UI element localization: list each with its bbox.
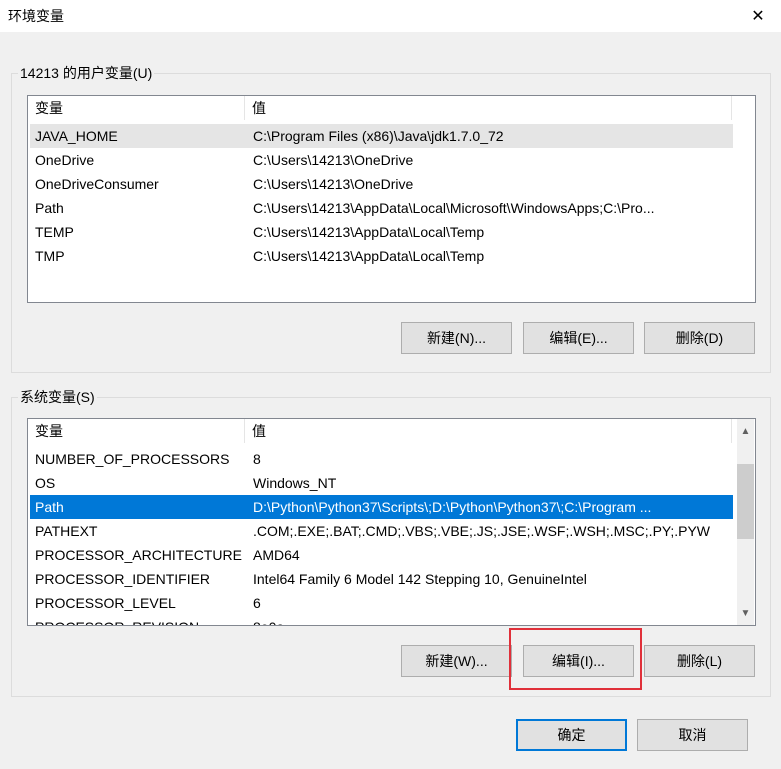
user-new-button[interactable]: 新建(N)... bbox=[401, 322, 512, 354]
variable-value-cell: C:\Users\14213\OneDrive bbox=[253, 176, 414, 192]
user-variables-label: 14213 的用户变量(U) bbox=[18, 63, 155, 83]
scroll-up-icon[interactable]: ▲ bbox=[737, 423, 754, 440]
scroll-thumb[interactable] bbox=[737, 464, 754, 539]
highlight-annotation bbox=[509, 628, 642, 690]
cancel-label: 取消 bbox=[678, 727, 707, 743]
system-variables-label: 系统变量(S) bbox=[18, 387, 97, 407]
table-row[interactable]: OS Windows_NT bbox=[30, 471, 733, 495]
table-row[interactable]: OneDriveConsumer C:\Users\14213\OneDrive bbox=[30, 172, 733, 196]
variable-value-cell: .COM;.EXE;.BAT;.CMD;.VBS;.VBE;.JS;.JSE;.… bbox=[253, 523, 711, 539]
user-new-label: 新建(N)... bbox=[426, 330, 487, 346]
variable-name-cell: TEMP bbox=[35, 224, 74, 240]
column-header-variable[interactable]: 变量 bbox=[28, 419, 245, 443]
variable-name-cell: OneDrive bbox=[35, 152, 95, 168]
ok-label: 确定 bbox=[557, 727, 586, 743]
column-header-value[interactable]: 值 bbox=[245, 96, 732, 120]
variable-value-cell: C:\Users\14213\AppData\Local\Microsoft\W… bbox=[253, 200, 655, 216]
variable-name-cell: OS bbox=[35, 475, 56, 491]
table-row[interactable]: PROCESSOR_ARCHITECTURE AMD64 bbox=[30, 543, 733, 567]
system-new-button[interactable]: 新建(W)... bbox=[401, 645, 512, 677]
variable-value-cell: C:\Users\14213\OneDrive bbox=[253, 152, 414, 168]
table-row[interactable]: PROCESSOR_IDENTIFIER Intel64 Family 6 Mod… bbox=[30, 567, 733, 591]
table-row[interactable]: PROCESSOR_LEVEL 6 bbox=[30, 591, 733, 615]
variable-name-cell: PROCESSOR_ARCHITECTURE bbox=[35, 547, 242, 563]
table-row[interactable]: JAVA_HOME C:\Program Files (x86)\Java\jdk… bbox=[30, 124, 733, 148]
system-list-scrollbar[interactable]: ▲ ▼ bbox=[737, 419, 754, 625]
system-variables-list[interactable]: 变量 值 NUMBER_OF_PROCESSORS 8 OS Windows_NT Pa… bbox=[27, 418, 756, 626]
variable-name-cell: PATHEXT bbox=[35, 523, 98, 539]
variable-name-cell: Path bbox=[35, 499, 64, 515]
environment-variables-dialog: 环境变量 ✕ 14213 的用户变量(U) 变量 值 JAVA_HOME C:\P… bbox=[0, 0, 781, 769]
variable-value-cell: 8 bbox=[253, 451, 261, 467]
table-row[interactable]: Path C:\Users\14213\AppData\Local\Microso… bbox=[30, 196, 733, 220]
system-delete-button[interactable]: 删除(L) bbox=[644, 645, 755, 677]
table-row[interactable]: PROCESSOR_REVISION8e0a bbox=[30, 615, 733, 625]
system-delete-label: 删除(L) bbox=[676, 653, 723, 669]
window-title: 环境变量 bbox=[8, 8, 64, 24]
column-header-value[interactable]: 值 bbox=[245, 419, 732, 443]
table-row[interactable]: NUMBER_OF_PROCESSORS 8 bbox=[30, 447, 733, 471]
user-edit-button[interactable]: 编辑(E)... bbox=[523, 322, 634, 354]
variable-name-cell: PROCESSOR_LEVEL bbox=[35, 595, 176, 611]
user-delete-label: 删除(D) bbox=[675, 330, 724, 346]
close-icon[interactable]: ✕ bbox=[735, 0, 781, 32]
scroll-down-icon[interactable]: ▼ bbox=[737, 605, 754, 622]
variable-value-cell: Windows_NT bbox=[253, 475, 337, 491]
table-row[interactable]: OneDrive C:\Users\14213\OneDrive bbox=[30, 148, 733, 172]
variable-value-cell: D:\Python\Python37\Scripts\;D:\Python\Py… bbox=[253, 499, 652, 515]
cancel-button[interactable]: 取消 bbox=[637, 719, 748, 751]
variable-value-cell: 6 bbox=[253, 595, 261, 611]
table-row[interactable]: TMP C:\Users\14213\AppData\Local\Temp bbox=[30, 244, 733, 268]
system-list-header: 变量 值 bbox=[28, 419, 732, 443]
variable-value-cell: C:\Program Files (x86)\Java\jdk1.7.0_72 bbox=[253, 128, 504, 144]
user-list-header: 变量 值 bbox=[28, 96, 732, 120]
variable-name-cell: TMP bbox=[35, 248, 65, 264]
variable-name-cell: PROCESSOR_IDENTIFIER bbox=[35, 571, 211, 587]
variable-value-cell: AMD64 bbox=[253, 547, 300, 563]
variable-value-cell: C:\Users\14213\AppData\Local\Temp bbox=[253, 224, 485, 240]
variable-value-cell: Intel64 Family 6 Model 142 Stepping 10, … bbox=[253, 571, 587, 587]
variable-value-cell: C:\Users\14213\AppData\Local\Temp bbox=[253, 248, 485, 264]
user-delete-button[interactable]: 删除(D) bbox=[644, 322, 755, 354]
variable-value-cell: 8e0a bbox=[247, 615, 284, 625]
variable-name-cell: Path bbox=[35, 200, 64, 216]
user-edit-label: 编辑(E)... bbox=[549, 330, 608, 346]
variable-name-cell: JAVA_HOME bbox=[35, 128, 118, 144]
variable-name-cell: PROCESSOR_REVISION bbox=[30, 615, 247, 625]
table-row[interactable]: PATHEXT .COM;.EXE;.BAT;.CMD;.VBS;.VBE;.JS… bbox=[30, 519, 733, 543]
table-row[interactable]: Path D:\Python\Python37\Scripts\;D:\Pytho… bbox=[30, 495, 733, 519]
column-header-variable[interactable]: 变量 bbox=[28, 96, 245, 120]
ok-button[interactable]: 确定 bbox=[516, 719, 627, 751]
title-bar: 环境变量 ✕ bbox=[0, 0, 781, 32]
variable-name-cell: OneDriveConsumer bbox=[35, 176, 159, 192]
user-variables-list[interactable]: 变量 值 JAVA_HOME C:\Program Files (x86)\Jav… bbox=[27, 95, 756, 303]
variable-name-cell: NUMBER_OF_PROCESSORS bbox=[35, 451, 230, 467]
table-row[interactable]: TEMP C:\Users\14213\AppData\Local\Temp bbox=[30, 220, 733, 244]
system-new-label: 新建(W)... bbox=[425, 653, 488, 669]
